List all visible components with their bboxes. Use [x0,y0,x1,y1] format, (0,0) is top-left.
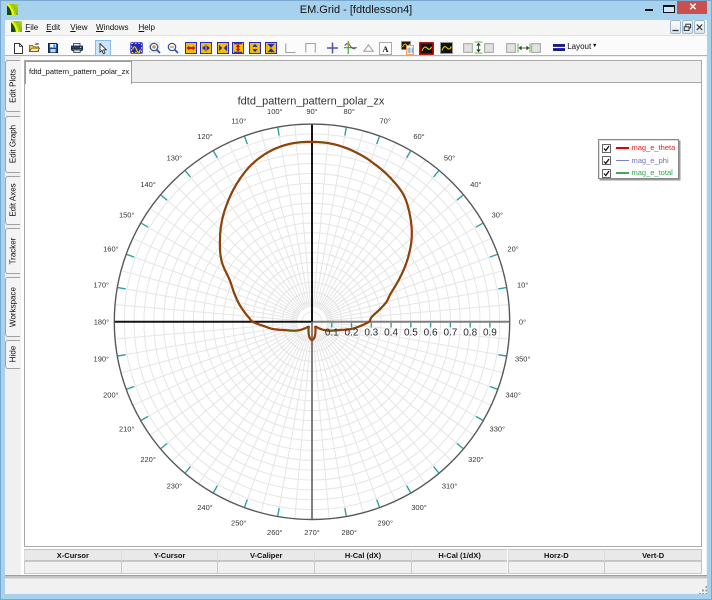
svg-text:0.6: 0.6 [424,327,438,338]
svg-text:40°: 40° [470,180,481,189]
svg-text:340°: 340° [505,391,521,400]
svg-text:310°: 310° [442,481,458,490]
svg-text:330°: 330° [490,425,506,434]
svg-text:70°: 70° [380,116,391,125]
svg-text:300°: 300° [411,503,427,512]
svg-text:150°: 150° [119,211,135,220]
svg-text:180°: 180° [94,318,110,327]
svg-text:0.7: 0.7 [443,327,457,338]
svg-text:210°: 210° [119,425,135,434]
svg-text:0.9: 0.9 [483,327,497,338]
svg-text:190°: 190° [94,355,110,364]
svg-text:0.2: 0.2 [345,327,359,338]
svg-text:130°: 130° [167,154,183,163]
svg-text:0.1: 0.1 [325,327,339,338]
svg-text:290°: 290° [377,519,393,528]
svg-text:230°: 230° [167,481,183,490]
svg-text:140°: 140° [140,180,156,189]
svg-text:170°: 170° [94,280,110,289]
svg-text:260°: 260° [267,528,283,537]
svg-text:100°: 100° [267,107,283,116]
svg-text:320°: 320° [468,455,484,464]
svg-text:250°: 250° [231,519,247,528]
svg-text:120°: 120° [197,132,213,141]
svg-text:220°: 220° [140,455,156,464]
svg-text:90°: 90° [306,107,317,116]
svg-text:350°: 350° [515,355,531,364]
svg-text:0.5: 0.5 [404,327,418,338]
svg-text:160°: 160° [103,244,119,253]
svg-text:270°: 270° [304,528,320,537]
svg-text:110°: 110° [231,116,246,125]
svg-text:0°: 0° [519,318,526,327]
svg-text:80°: 80° [344,107,355,116]
svg-text:60°: 60° [413,132,424,141]
svg-text:0.3: 0.3 [364,327,378,338]
svg-text:200°: 200° [103,391,119,400]
svg-text:280°: 280° [341,528,357,537]
svg-text:fdtd_pattern_pattern_polar_zx: fdtd_pattern_pattern_polar_zx [238,95,385,107]
svg-text:20°: 20° [507,244,518,253]
svg-text:50°: 50° [444,154,455,163]
svg-text:0.4: 0.4 [384,327,398,338]
svg-text:10°: 10° [517,280,528,289]
svg-text:30°: 30° [492,211,503,220]
svg-text:0.8: 0.8 [463,327,477,338]
svg-text:240°: 240° [197,503,213,512]
